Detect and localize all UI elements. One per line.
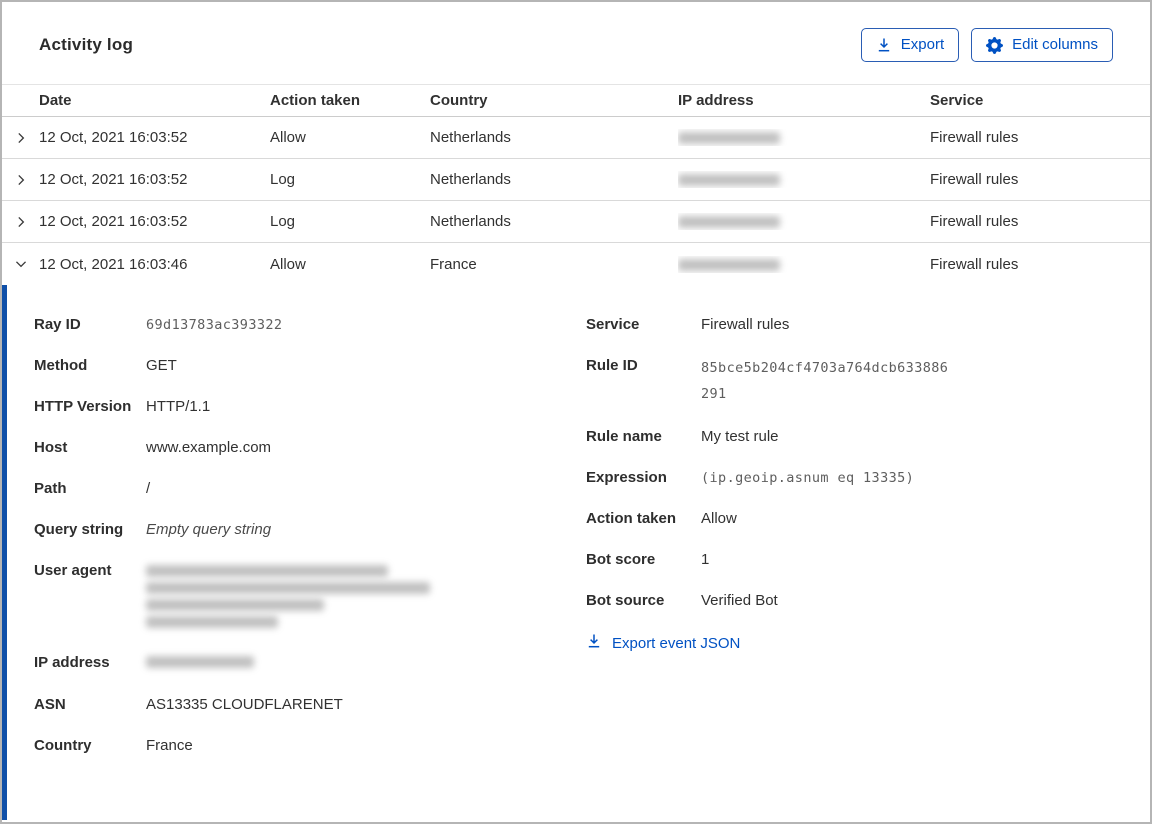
field-label: Bot source	[586, 592, 665, 609]
row-service: Firewall rules	[930, 171, 1019, 188]
event-details-left-column: Ray ID 69d13783ac393322 Method GET HTTP Ve…	[34, 314, 586, 820]
redacted-user-agent	[146, 560, 430, 633]
country-value: France	[146, 737, 193, 754]
row-service: Firewall rules	[930, 129, 1019, 146]
event-details-right-column: Service Firewall rules Rule ID 85bce5b204c…	[586, 314, 1114, 820]
column-header-service: Service	[930, 92, 984, 109]
download-icon	[586, 633, 602, 653]
export-event-json-link[interactable]: Export event JSON	[586, 633, 740, 653]
action-taken-value: Allow	[701, 510, 737, 527]
field-label: Expression	[586, 469, 667, 486]
field-label: Path	[34, 480, 67, 497]
row-action-taken: Allow	[270, 255, 306, 273]
row-date: 12 Oct, 2021 16:03:52	[39, 129, 188, 146]
field-label: Rule name	[586, 428, 662, 445]
field-label: Action taken	[586, 510, 677, 527]
row-country: France	[430, 255, 477, 273]
table-row[interactable]: 12 Oct, 2021 16:03:52 Allow Netherlands …	[2, 117, 1150, 159]
chevron-down-icon[interactable]	[14, 257, 28, 271]
export-event-json-label: Export event JSON	[612, 634, 741, 652]
row-action-taken: Allow	[270, 129, 306, 146]
event-details-panel: Ray ID 69d13783ac393322 Method GET HTTP Ve…	[2, 285, 1150, 820]
ray-id-value: 69d13783ac393322	[146, 317, 283, 333]
service-value: Firewall rules	[701, 316, 790, 333]
rule-id-value: 85bce5b204cf4703a764dcb633886291	[701, 360, 949, 402]
row-country: Netherlands	[430, 171, 511, 188]
field-label: Service	[586, 316, 640, 333]
gear-icon	[986, 36, 1004, 54]
field-label: Host	[34, 439, 68, 456]
row-country: Netherlands	[430, 213, 511, 230]
method-value: GET	[146, 357, 177, 374]
row-date: 12 Oct, 2021 16:03:46	[39, 255, 188, 273]
column-header-action-taken: Action taken	[270, 92, 361, 109]
table-row-expanded[interactable]: 12 Oct, 2021 16:03:46 Allow France Firew…	[2, 243, 1150, 285]
rule-name-value: My test rule	[701, 428, 779, 445]
bot-score-value: 1	[701, 551, 710, 568]
export-button-label: Export	[900, 36, 945, 53]
field-label: IP address	[34, 654, 110, 671]
edit-columns-button-label: Edit columns	[1012, 36, 1098, 53]
table-row[interactable]: 12 Oct, 2021 16:03:52 Log Netherlands Fi…	[2, 201, 1150, 243]
field-label: Query string	[34, 521, 124, 538]
toolbar: Export Edit columns	[860, 28, 1113, 62]
row-action-taken: Log	[270, 213, 296, 230]
chevron-right-icon[interactable]	[14, 131, 28, 145]
expression-value: (ip.geoip.asnum eq 13335)	[701, 470, 915, 486]
export-button[interactable]: Export	[860, 28, 960, 62]
field-label: Method	[34, 357, 88, 374]
column-header-country: Country	[430, 92, 488, 109]
column-header-ip-address: IP address	[678, 92, 754, 109]
bot-source-value: Verified Bot	[701, 592, 778, 609]
field-label: Bot score	[586, 551, 656, 568]
activity-log-panel: Activity log Export Edit columns Date Ac…	[0, 0, 1152, 824]
row-service: Firewall rules	[930, 255, 1019, 273]
chevron-right-icon[interactable]	[14, 173, 28, 187]
row-country: Netherlands	[430, 129, 511, 146]
row-date: 12 Oct, 2021 16:03:52	[39, 171, 188, 188]
row-service: Firewall rules	[930, 213, 1019, 230]
field-label: ASN	[34, 696, 66, 713]
page-title: Activity log	[39, 35, 134, 54]
table-header-row: Date Action taken Country IP address Ser…	[2, 84, 1150, 117]
redacted-ip-address	[146, 656, 254, 668]
field-label: Country	[34, 737, 92, 754]
row-action-taken: Log	[270, 171, 296, 188]
redacted-ip-address	[678, 174, 780, 187]
row-date: 12 Oct, 2021 16:03:52	[39, 213, 188, 230]
download-icon	[876, 37, 892, 53]
table-row[interactable]: 12 Oct, 2021 16:03:52 Log Netherlands Fi…	[2, 159, 1150, 201]
chevron-right-icon[interactable]	[14, 215, 28, 229]
host-value: www.example.com	[146, 439, 272, 456]
query-string-value: Empty query string	[146, 521, 272, 538]
field-label: User agent	[34, 562, 112, 579]
column-header-date: Date	[39, 92, 72, 109]
field-label: Rule ID	[586, 357, 638, 374]
path-value: /	[146, 480, 151, 497]
redacted-ip-address	[678, 216, 780, 229]
panel-header: Activity log Export Edit columns	[2, 2, 1150, 84]
redacted-ip-address	[678, 258, 780, 271]
asn-value: AS13335 CLOUDFLARENET	[146, 696, 343, 713]
field-label: HTTP Version	[34, 398, 132, 415]
edit-columns-button[interactable]: Edit columns	[971, 28, 1113, 62]
field-label: Ray ID	[34, 316, 81, 333]
http-version-value: HTTP/1.1	[146, 398, 211, 415]
redacted-ip-address	[678, 132, 780, 145]
